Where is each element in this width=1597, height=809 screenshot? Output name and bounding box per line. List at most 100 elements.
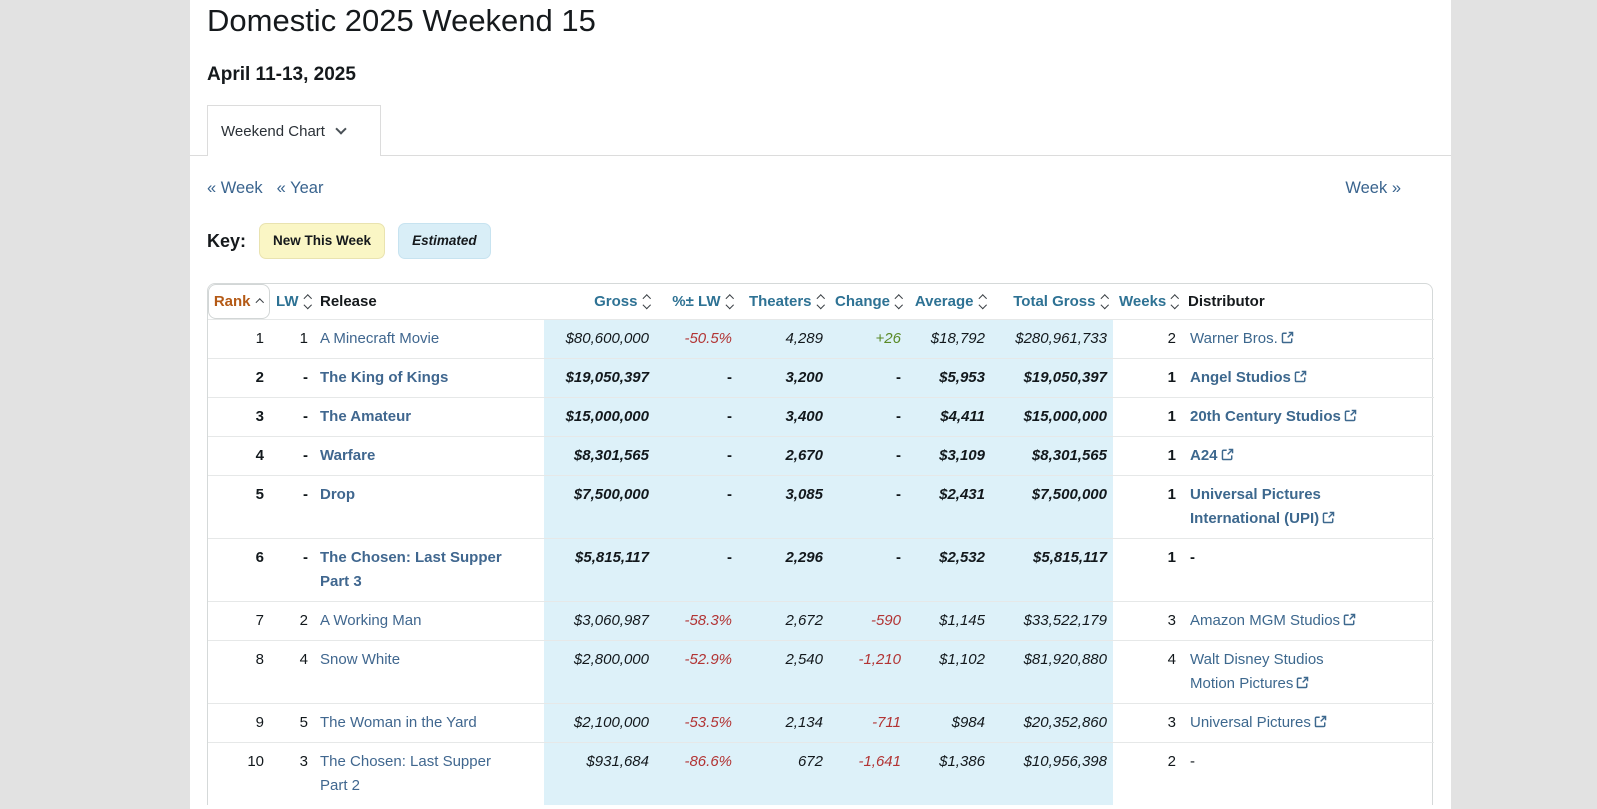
cell-theaters: 2,296 [738, 539, 829, 602]
cell-release: The Woman in the Yard [314, 704, 544, 743]
release-link[interactable]: Warfare [320, 444, 375, 468]
cell-theaters: 4,289 [738, 320, 829, 359]
sort-icon [727, 296, 733, 308]
distributor-link[interactable]: Walt Disney Studios Motion Pictures [1190, 651, 1324, 692]
distributor-none: - [1190, 549, 1195, 566]
cell-distributor: Warner Bros. [1182, 320, 1434, 359]
sort-ascending-icon [257, 297, 263, 306]
sort-header-theaters[interactable]: Theaters [749, 293, 823, 310]
cell-lw: 5 [270, 704, 314, 743]
cell-change: - [829, 398, 907, 437]
release-link[interactable]: The Woman in the Yard [320, 711, 477, 735]
cell-gross: $5,815,117 [544, 539, 655, 602]
cell-theaters: 3,200 [738, 359, 829, 398]
cell-lw: 4 [270, 641, 314, 704]
cell-release: A Minecraft Movie [314, 320, 544, 359]
sort-icon [818, 296, 824, 308]
cell-rank: 1 [208, 320, 270, 359]
release-link[interactable]: The King of Kings [320, 366, 448, 390]
sort-header-change[interactable]: Change [835, 293, 902, 310]
cell-gross: $7,500,000 [544, 476, 655, 539]
table-row: 8 4 Snow White $2,800,000 -52.9% 2,540 -… [208, 641, 1434, 704]
cell-weeks: 2 [1113, 320, 1182, 359]
distributor-link[interactable]: Angel Studios [1190, 369, 1307, 386]
cell-gross: $2,800,000 [544, 641, 655, 704]
cell-average: $1,102 [907, 641, 991, 704]
key-label: Key: [207, 231, 246, 252]
release-link[interactable]: The Amateur [320, 405, 411, 429]
sort-header-pct-lw[interactable]: %± LW [672, 293, 732, 310]
cell-change: - [829, 437, 907, 476]
cell-theaters: 2,540 [738, 641, 829, 704]
distributor-link[interactable]: Amazon MGM Studios [1190, 612, 1356, 629]
cell-average: $5,953 [907, 359, 991, 398]
distributor-link[interactable]: 20th Century Studios [1190, 408, 1357, 425]
table-row: 10 3 The Chosen: Last Supper Part 2 $931… [208, 743, 1434, 806]
sort-icon [896, 296, 902, 308]
chart-selector-bar: Weekend Chart [190, 105, 1451, 156]
cell-rank: 5 [208, 476, 270, 539]
cell-total-gross: $7,500,000 [991, 476, 1113, 539]
table-row: 1 1 A Minecraft Movie $80,600,000 -50.5%… [208, 320, 1434, 359]
distributor-link[interactable]: Warner Bros. [1190, 330, 1294, 347]
prev-week-link[interactable]: « Week [207, 175, 263, 201]
sort-header-weeks[interactable]: Weeks [1119, 293, 1178, 310]
cell-rank: 3 [208, 398, 270, 437]
sort-header-gross[interactable]: Gross [594, 293, 649, 310]
cell-lw: 1 [270, 320, 314, 359]
cell-change: +26 [829, 320, 907, 359]
release-link[interactable]: The Chosen: Last Supper Part 2 [320, 750, 522, 798]
cell-gross: $80,600,000 [544, 320, 655, 359]
table-row: 9 5 The Woman in the Yard $2,100,000 -53… [208, 704, 1434, 743]
sort-icon [305, 296, 311, 308]
prev-year-link[interactable]: « Year [277, 175, 324, 201]
distributor-link[interactable]: Universal Pictures [1190, 714, 1327, 731]
cell-change: -590 [829, 602, 907, 641]
release-link[interactable]: A Minecraft Movie [320, 327, 439, 351]
external-link-icon [1344, 409, 1357, 422]
sort-header-lw[interactable]: LW [276, 293, 310, 310]
cell-release: Warfare [314, 437, 544, 476]
release-link[interactable]: Snow White [320, 648, 400, 672]
cell-pct-lw: - [655, 359, 738, 398]
cell-total-gross: $10,956,398 [991, 743, 1113, 806]
release-link[interactable]: The Chosen: Last Supper Part 3 [320, 546, 522, 594]
next-week-link[interactable]: Week » [1345, 175, 1401, 201]
release-link[interactable]: A Working Man [320, 609, 421, 633]
cell-average: $2,532 [907, 539, 991, 602]
sort-header-average[interactable]: Average [915, 293, 985, 310]
cell-theaters: 2,134 [738, 704, 829, 743]
cell-distributor: - [1182, 539, 1434, 602]
cell-total-gross: $8,301,565 [991, 437, 1113, 476]
cell-lw: - [270, 359, 314, 398]
cell-total-gross: $20,352,860 [991, 704, 1113, 743]
cell-lw: 2 [270, 602, 314, 641]
key-new-this-week: New This Week [259, 223, 385, 259]
sort-header-total-gross[interactable]: Total Gross [1013, 293, 1107, 310]
cell-theaters: 2,670 [738, 437, 829, 476]
cell-total-gross: $81,920,880 [991, 641, 1113, 704]
page: { "header": { "title": "Domestic 2025 We… [0, 0, 1597, 809]
cell-change: - [829, 539, 907, 602]
chart-type-dropdown[interactable]: Weekend Chart [207, 105, 381, 156]
cell-total-gross: $15,000,000 [991, 398, 1113, 437]
distributor-link[interactable]: A24 [1190, 447, 1234, 464]
distributor-none: - [1190, 753, 1195, 770]
release-link[interactable]: Drop [320, 483, 355, 507]
page-content: Domestic 2025 Weekend 15 April 11-13, 20… [190, 0, 1451, 809]
cell-release: The King of Kings [314, 359, 544, 398]
table-row: 6 - The Chosen: Last Supper Part 3 $5,81… [208, 539, 1434, 602]
cell-rank: 8 [208, 641, 270, 704]
cell-release: A Working Man [314, 602, 544, 641]
distributor-link[interactable]: Universal Pictures International (UPI) [1190, 486, 1335, 527]
chart-type-label: Weekend Chart [221, 123, 325, 140]
cell-pct-lw: - [655, 398, 738, 437]
cell-lw: - [270, 398, 314, 437]
cell-weeks: 1 [1113, 359, 1182, 398]
external-link-icon [1221, 448, 1234, 461]
weekend-chart-table: Rank LW Release Gross %± LW Theaters Cha… [207, 283, 1433, 805]
external-link-icon [1322, 511, 1335, 524]
cell-release: The Amateur [314, 398, 544, 437]
cell-pct-lw: - [655, 539, 738, 602]
sort-header-rank[interactable]: Rank [208, 284, 270, 319]
